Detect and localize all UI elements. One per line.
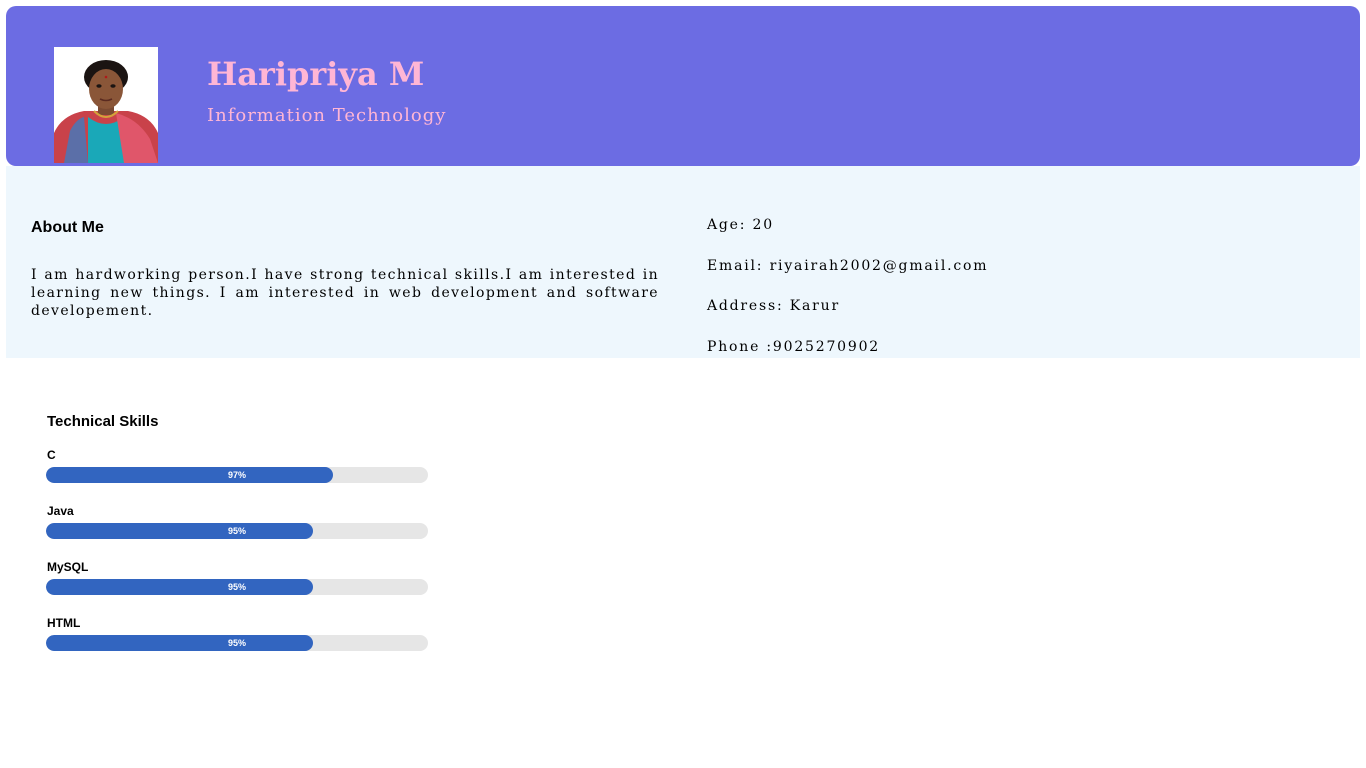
info-email: Email: riyairah2002@gmail.com: [707, 258, 989, 274]
profile-photo-image: [54, 47, 158, 163]
skill-c: C 97%: [46, 447, 428, 499]
skill-progress-track: 95%: [46, 523, 428, 539]
skill-progress-label: 95%: [227, 526, 246, 536]
about-title: About Me: [31, 219, 104, 236]
about-text: I am hardworking person.I have strong te…: [31, 267, 659, 319]
info-phone: Phone :9025270902: [707, 339, 881, 355]
skill-progress-label: 95%: [227, 582, 246, 592]
skill-progress-track: 95%: [46, 579, 428, 595]
skill-html: HTML 95%: [46, 615, 428, 667]
about-section: About Me I am hardworking person.I have …: [6, 166, 1360, 358]
info-age: Age: 20: [707, 217, 774, 233]
skill-progress-label: 95%: [227, 638, 246, 648]
skills-title: Technical Skills: [47, 413, 159, 430]
profile-photo: [54, 47, 158, 163]
skill-name: Java: [47, 504, 74, 518]
skill-progress-label: 97%: [227, 470, 246, 480]
profile-department: Information Technology: [207, 105, 447, 126]
skill-progress-track: 97%: [46, 467, 428, 483]
skill-java: Java 95%: [46, 503, 428, 555]
skill-progress-track: 95%: [46, 635, 428, 651]
skill-name: HTML: [47, 616, 81, 630]
skill-name: C: [47, 448, 56, 462]
skill-mysql: MySQL 95%: [46, 559, 428, 611]
profile-header: Haripriya M Information Technology: [6, 6, 1360, 166]
profile-name: Haripriya M: [207, 55, 425, 93]
skill-name: MySQL: [47, 560, 89, 574]
info-address: Address: Karur: [707, 298, 840, 314]
